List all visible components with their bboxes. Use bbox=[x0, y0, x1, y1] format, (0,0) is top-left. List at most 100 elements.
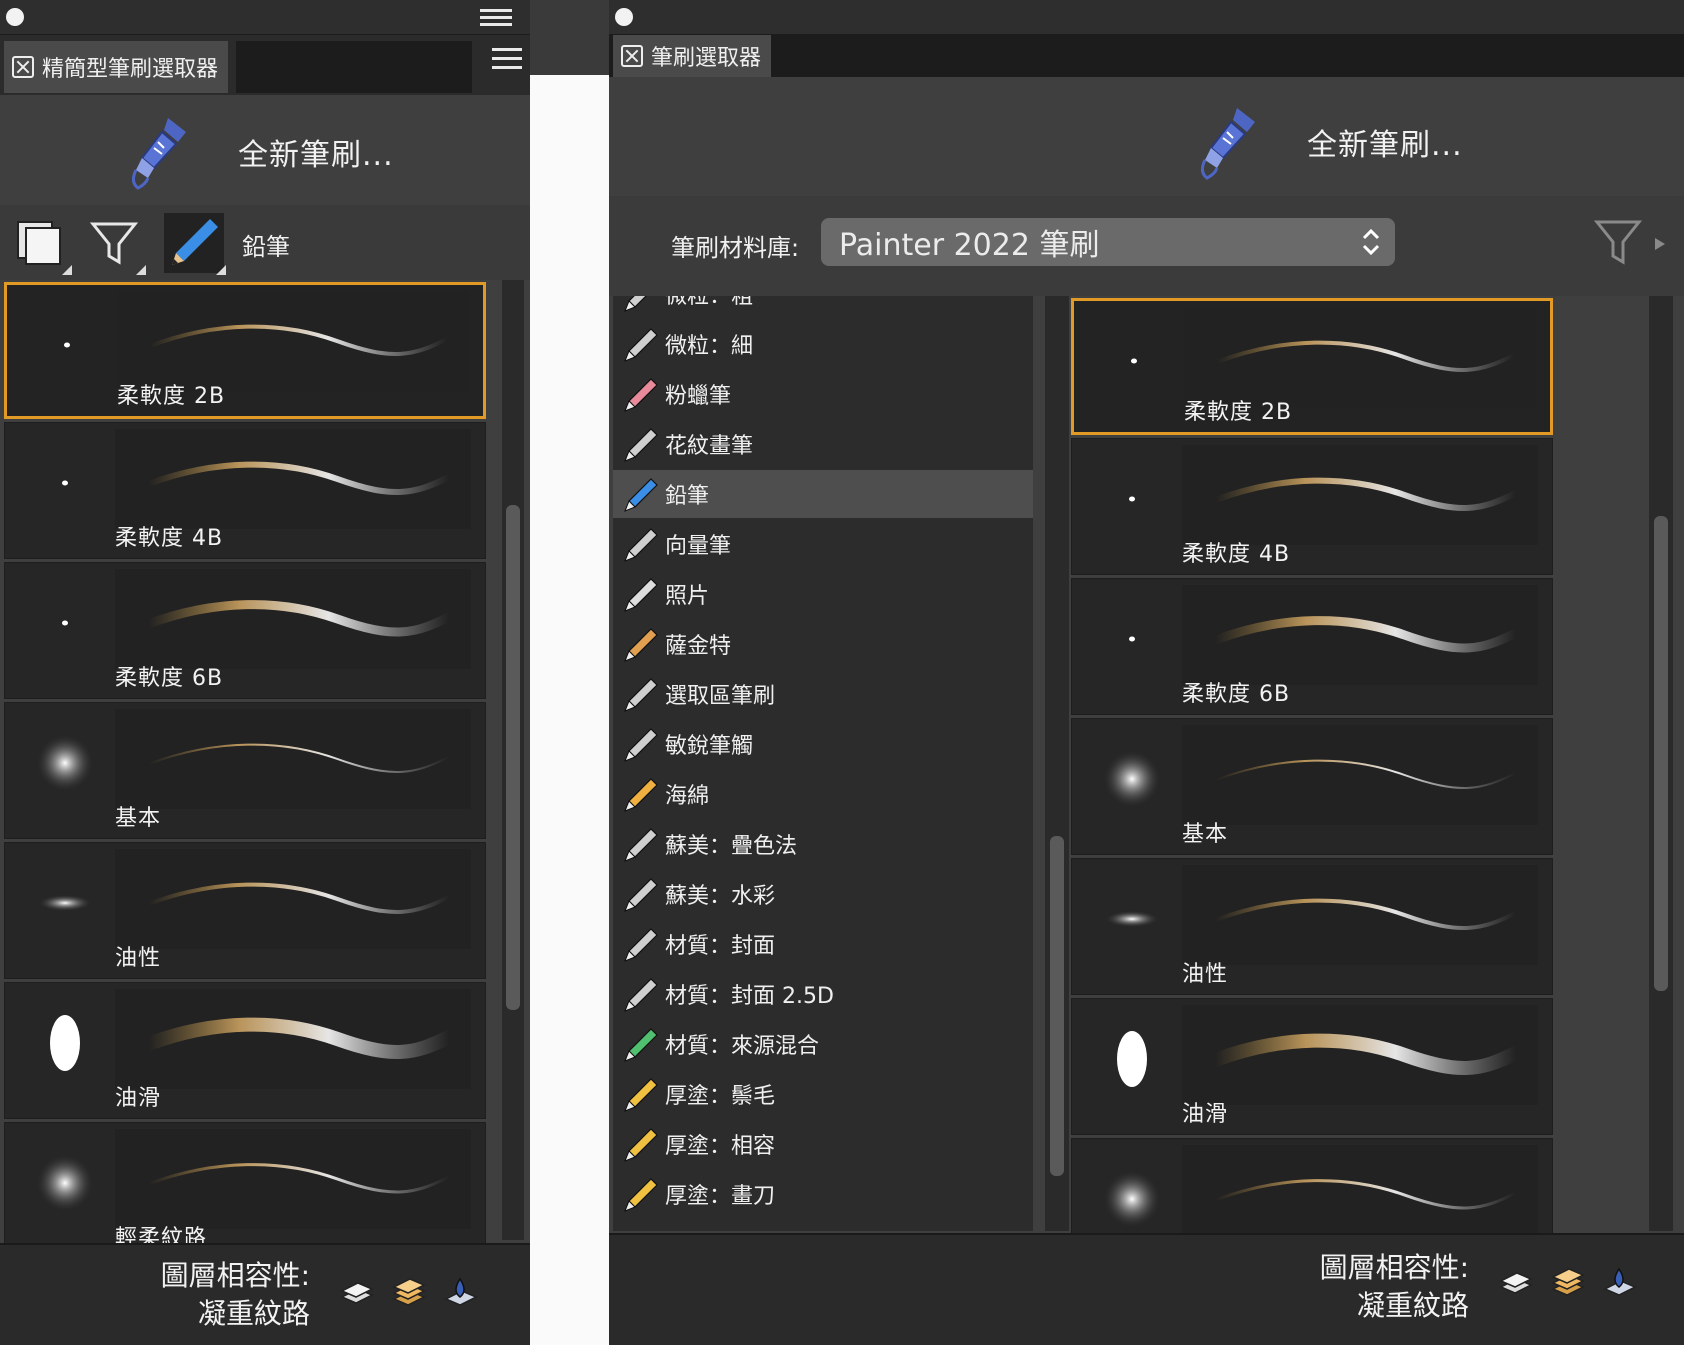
new-brush-button[interactable]: 全新筆刷... bbox=[0, 108, 530, 196]
brush-stroke-preview bbox=[115, 709, 471, 809]
watercolor-layer-icon[interactable] bbox=[442, 1275, 480, 1313]
brush-variant-name: 基本 bbox=[1182, 822, 1229, 847]
brush-variant-name: 柔軟度 4B bbox=[1182, 542, 1291, 567]
category-item[interactable]: 向量筆 bbox=[613, 520, 1033, 568]
texture-cover-icon bbox=[624, 928, 658, 962]
brush-library-select[interactable]: Painter 2022 筆刷 bbox=[821, 218, 1395, 266]
particle-fine-icon bbox=[624, 328, 658, 362]
filter-icon bbox=[89, 222, 139, 265]
category-scrollbar[interactable] bbox=[1045, 296, 1069, 1231]
impasto-layer-icon[interactable] bbox=[390, 1275, 428, 1313]
category-item[interactable]: 厚塗：相容 bbox=[613, 1120, 1033, 1168]
category-item[interactable]: 微粒：細 bbox=[613, 320, 1033, 368]
brush-dab-preview bbox=[1092, 459, 1172, 539]
variant-scrollbar[interactable] bbox=[502, 280, 524, 1240]
scroll-thumb[interactable] bbox=[1654, 516, 1668, 991]
brush-variant-card[interactable]: 柔軟度 4B bbox=[4, 422, 486, 559]
impasto-bristle-icon bbox=[624, 1078, 658, 1112]
layer-compatibility-bar: 圖層相容性: 凝重紋路 bbox=[0, 1243, 530, 1345]
category-label: 粉蠟筆 bbox=[665, 384, 732, 409]
brush-variant-card[interactable]: 柔軟度 2B bbox=[4, 282, 486, 419]
category-item[interactable]: 海綿 bbox=[613, 770, 1033, 818]
category-item[interactable]: 敏銳筆觸 bbox=[613, 720, 1033, 768]
category-item[interactable]: 蘇美：疊色法 bbox=[613, 820, 1033, 868]
brush-variant-card[interactable]: 柔軟度 6B bbox=[4, 562, 486, 699]
brush-stroke-preview bbox=[1182, 445, 1538, 545]
brush-library-button[interactable] bbox=[10, 213, 72, 275]
compact-brush-selector-panel: 精簡型筆刷選取器 全新筆刷... 鉛筆 柔軟度 2B 柔軟度 4B 柔軟度 6B… bbox=[0, 0, 530, 1345]
brush-stroke-preview bbox=[1182, 865, 1538, 965]
brush-variant-name: 油性 bbox=[1182, 962, 1229, 987]
brush-variant-card[interactable]: 油性 bbox=[4, 842, 486, 979]
tab-row: 精簡型筆刷選取器 bbox=[0, 35, 530, 95]
brush-stroke-preview bbox=[1184, 307, 1536, 407]
compat-value: 凝重紋路 bbox=[197, 1297, 310, 1330]
brush-variant-name: 油滑 bbox=[1182, 1102, 1229, 1127]
category-label: 微粒：粗 bbox=[665, 296, 754, 309]
filter-icon[interactable] bbox=[1593, 216, 1643, 268]
brush-toolbar: 鉛筆 bbox=[0, 205, 530, 280]
brush-variant-card[interactable]: 柔軟度 4B bbox=[1071, 438, 1553, 575]
variant-scrollbar[interactable] bbox=[1649, 296, 1673, 1231]
category-item[interactable]: 花紋畫筆 bbox=[613, 420, 1033, 468]
default-layer-icon[interactable] bbox=[338, 1275, 376, 1313]
close-tab-icon[interactable] bbox=[12, 56, 34, 78]
category-item[interactable]: 鉛筆 bbox=[613, 470, 1033, 518]
brush-variant-card[interactable]: 輕柔紋路 bbox=[4, 1122, 486, 1259]
brush-selector-panel: 筆刷選取器 全新筆刷... 筆刷材料庫: Painter 2022 筆刷 微粒：… bbox=[609, 0, 1684, 1345]
category-label: 照片 bbox=[665, 584, 710, 609]
scroll-thumb[interactable] bbox=[506, 505, 520, 1010]
scroll-thumb[interactable] bbox=[1050, 836, 1064, 1176]
category-item[interactable]: 材質：封面 2.5D bbox=[613, 970, 1033, 1018]
brush-category-button[interactable] bbox=[164, 213, 226, 275]
brush-variant-card[interactable]: 油滑 bbox=[4, 982, 486, 1119]
panel-menu-icon[interactable] bbox=[480, 9, 512, 27]
tab-brush-selector[interactable]: 筆刷選取器 bbox=[613, 35, 772, 77]
category-item[interactable]: 厚塗：鬃毛 bbox=[613, 1070, 1033, 1118]
category-item[interactable]: 選取區筆刷 bbox=[613, 670, 1033, 718]
brush-stroke-preview bbox=[115, 569, 471, 669]
category-item[interactable]: 材質：來源混合 bbox=[613, 1020, 1033, 1068]
close-dot[interactable] bbox=[6, 8, 24, 26]
selection-brush-icon bbox=[624, 678, 658, 712]
filter-button[interactable] bbox=[84, 213, 146, 275]
close-dot[interactable] bbox=[615, 8, 633, 26]
tab-compact-brush-selector[interactable]: 精簡型筆刷選取器 bbox=[4, 41, 229, 93]
new-brush-button[interactable]: 全新筆刷... bbox=[609, 98, 1684, 186]
brush-variant-card[interactable]: 油滑 bbox=[1071, 998, 1553, 1135]
default-layer-icon[interactable] bbox=[1497, 1265, 1535, 1303]
category-item[interactable]: 厚塗：畫刀 bbox=[613, 1170, 1033, 1218]
panel-titlebar[interactable] bbox=[0, 0, 530, 35]
category-label: 鉛筆 bbox=[242, 233, 290, 261]
expand-arrow-icon[interactable] bbox=[1653, 236, 1667, 252]
sargent-icon bbox=[624, 628, 658, 662]
brush-stroke-preview bbox=[115, 849, 471, 949]
brush-variant-card[interactable]: 油性 bbox=[1071, 858, 1553, 995]
brush-variant-card[interactable]: 基本 bbox=[4, 702, 486, 839]
tab-menu-icon[interactable] bbox=[492, 48, 522, 74]
brush-variant-card[interactable]: 基本 bbox=[1071, 718, 1553, 855]
brush-dab-preview bbox=[25, 1003, 105, 1083]
brush-dab-preview bbox=[25, 863, 105, 943]
category-item[interactable]: 蘇美：水彩 bbox=[613, 870, 1033, 918]
watercolor-layer-icon[interactable] bbox=[1601, 1265, 1639, 1303]
brush-dab-preview bbox=[1092, 599, 1172, 679]
brush-variant-card[interactable]: 柔軟度 2B bbox=[1071, 298, 1553, 435]
category-label: 花紋畫筆 bbox=[665, 434, 754, 459]
brush-variant-name: 柔軟度 6B bbox=[115, 666, 224, 691]
category-item[interactable]: 薩金特 bbox=[613, 620, 1033, 668]
panel-titlebar[interactable] bbox=[609, 0, 1684, 35]
library-label: 筆刷材料庫: bbox=[671, 234, 800, 262]
category-item[interactable]: 粉蠟筆 bbox=[613, 370, 1033, 418]
sumi-layer-icon bbox=[624, 828, 658, 862]
brush-stroke-preview bbox=[117, 291, 469, 391]
category-item[interactable]: 微粒：粗 bbox=[613, 296, 1033, 318]
category-item[interactable]: 照片 bbox=[613, 570, 1033, 618]
close-tab-icon[interactable] bbox=[621, 45, 643, 67]
category-label: 材質：封面 2.5D bbox=[665, 984, 834, 1009]
category-label: 選取區筆刷 bbox=[665, 684, 776, 709]
category-item[interactable]: 材質：封面 bbox=[613, 920, 1033, 968]
brush-dab-preview bbox=[25, 1143, 105, 1223]
brush-variant-card[interactable]: 柔軟度 6B bbox=[1071, 578, 1553, 715]
impasto-layer-icon[interactable] bbox=[1549, 1265, 1587, 1303]
